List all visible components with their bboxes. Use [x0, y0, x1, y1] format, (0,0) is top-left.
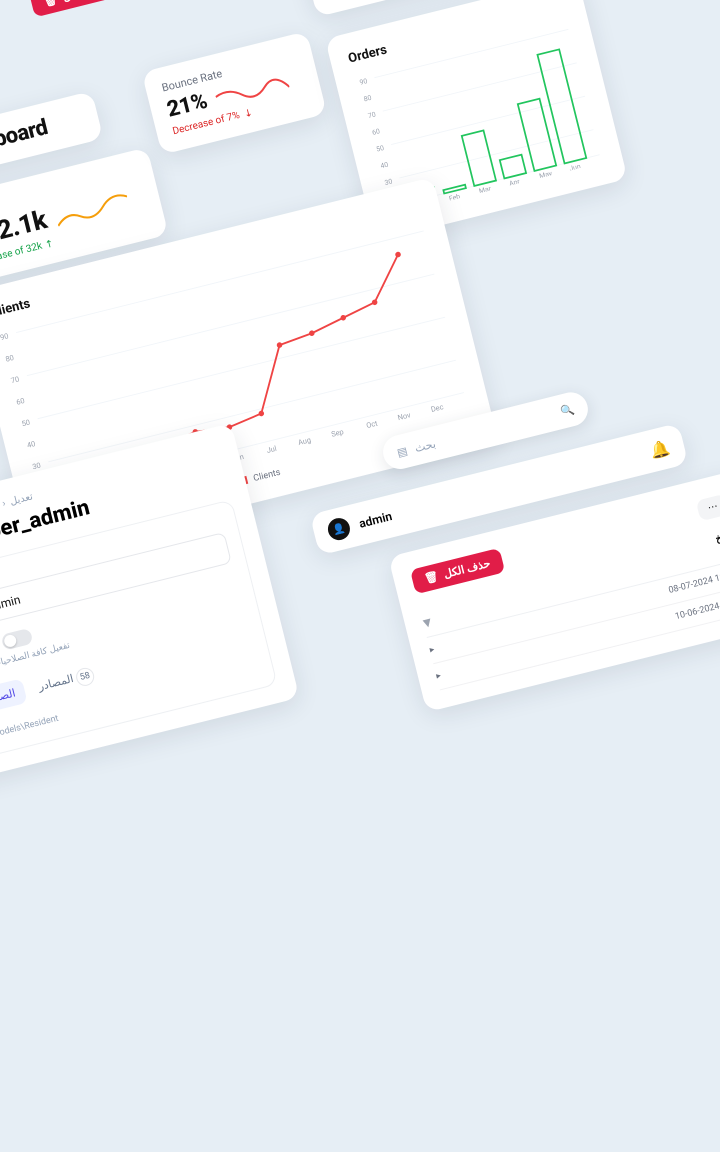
- trend-up-icon: ↗: [43, 238, 57, 251]
- trash-icon: 🗑: [42, 0, 59, 9]
- svg-text:90: 90: [359, 77, 369, 87]
- svg-text:Jun: Jun: [569, 162, 582, 173]
- count-badge: 58: [74, 666, 96, 688]
- delete-record-wrap: 🗑 حذف السجل: [29, 0, 134, 17]
- svg-text:Dec: Dec: [430, 402, 445, 414]
- svg-text:Jul: Jul: [266, 444, 278, 455]
- svg-text:70: 70: [10, 374, 20, 385]
- dashboard-title: Dashboard: [0, 106, 85, 164]
- svg-text:30: 30: [384, 177, 394, 187]
- svg-text:Apr: Apr: [508, 177, 521, 188]
- row-marker-icon: ▸: [435, 671, 442, 682]
- select-all-toggle[interactable]: [0, 628, 33, 651]
- svg-text:80: 80: [363, 94, 373, 104]
- svg-text:60: 60: [15, 396, 25, 407]
- trend-down-icon: ↘: [241, 106, 254, 120]
- tab-pages[interactable]: الصفحات: [0, 678, 28, 717]
- trash-icon: 🗑: [423, 570, 440, 586]
- search-icon: 🔍: [559, 402, 575, 418]
- svg-text:Feb: Feb: [448, 192, 461, 203]
- svg-text:40: 40: [26, 439, 36, 450]
- card-bounce: Bounce Rate 21% Decrease of 7%↘: [142, 31, 328, 155]
- tab-resources[interactable]: المصادر 58: [26, 658, 108, 706]
- svg-text:Nov: Nov: [397, 410, 412, 422]
- svg-text:80: 80: [5, 353, 15, 364]
- svg-text:May: May: [538, 169, 553, 180]
- svg-text:50: 50: [21, 418, 31, 429]
- svg-text:Aug: Aug: [297, 435, 312, 447]
- svg-text:60: 60: [371, 127, 381, 137]
- svg-text:Oct: Oct: [365, 418, 379, 430]
- avatar[interactable]: 👤: [326, 516, 353, 543]
- layers-icon: ▤: [396, 444, 409, 459]
- svg-text:90: 90: [0, 331, 9, 342]
- user-name: admin: [358, 509, 394, 531]
- bell-icon[interactable]: 🔔: [648, 437, 672, 460]
- filter-icon[interactable]: ▾: [421, 609, 443, 631]
- svg-text:Mar: Mar: [478, 185, 492, 196]
- row-marker-icon: ▸: [429, 645, 436, 656]
- delete-all-button[interactable]: 🗑 حذف الكل: [410, 548, 505, 594]
- more-button[interactable]: ⋯: [696, 494, 720, 522]
- svg-text:50: 50: [375, 144, 385, 154]
- svg-text:Sep: Sep: [330, 427, 344, 439]
- svg-text:40: 40: [380, 161, 390, 171]
- col-date: تاريخ: [714, 530, 720, 564]
- delete-record-button[interactable]: 🗑 حذف السجل: [29, 0, 134, 17]
- svg-text:70: 70: [367, 110, 377, 120]
